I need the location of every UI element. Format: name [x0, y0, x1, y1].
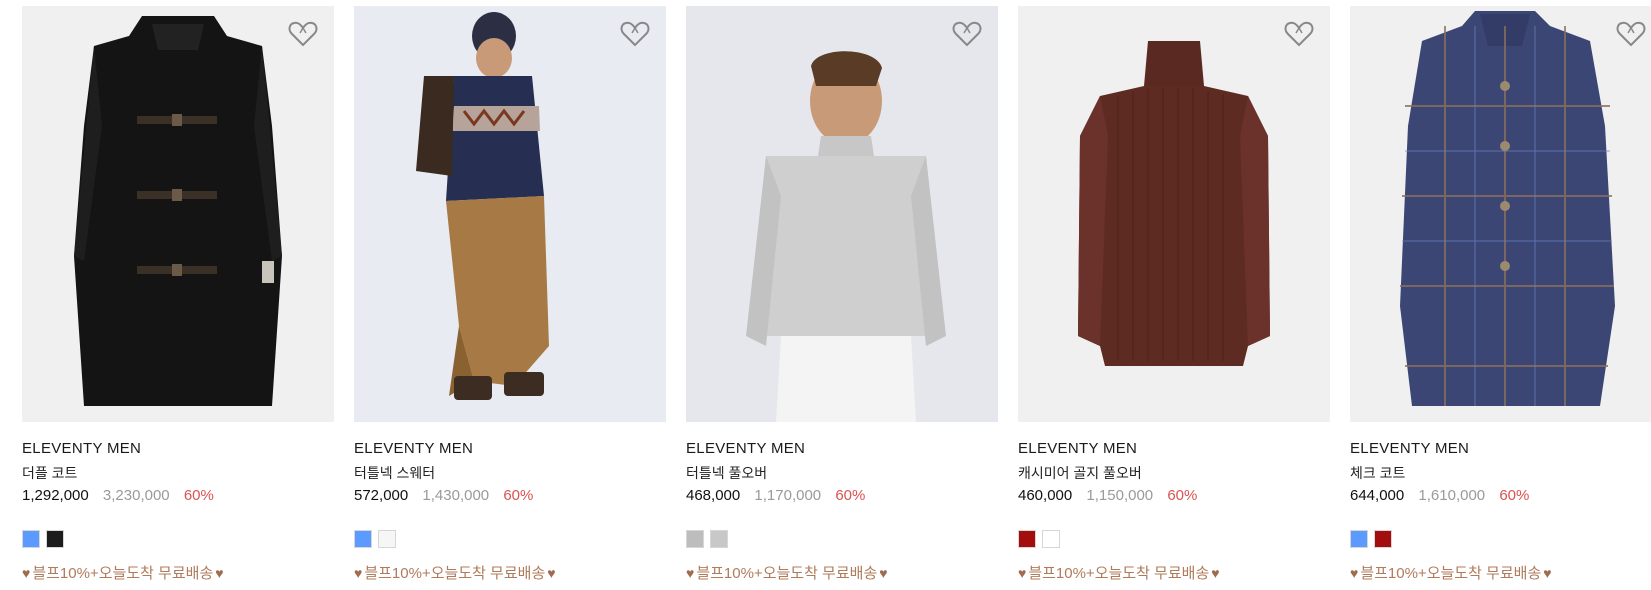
product-image[interactable] [1350, 6, 1651, 422]
product-image[interactable] [1018, 6, 1330, 422]
promo-banner: ♥ 블프10%+오늘도착 무료배송 ♥ [686, 562, 888, 583]
original-price: 1,610,000 [1418, 487, 1486, 504]
wishlist-heart-icon[interactable] [620, 20, 650, 48]
heart-filled-icon: ♥ [547, 564, 556, 581]
product-card[interactable]: ELEVENTY MEN 터틀넥 스웨터 572,000 1,430,000 6… [354, 6, 666, 590]
product-image[interactable] [22, 6, 334, 422]
brand-label[interactable]: ELEVENTY MEN [1018, 440, 1137, 457]
turtleneck-sweater-image [416, 12, 549, 400]
wishlist-heart-icon[interactable] [1284, 20, 1314, 48]
color-swatches [1018, 530, 1060, 548]
discount-rate: 60% [1499, 487, 1530, 504]
product-card[interactable]: ELEVENTY MEN 더플 코트 1,292,000 3,230,000 6… [22, 6, 334, 590]
sale-price: 1,292,000 [22, 487, 89, 504]
product-name[interactable]: 터틀넥 스웨터 [354, 463, 435, 483]
product-card[interactable]: ELEVENTY MEN 캐시미어 골지 풀오버 460,000 1,150,0… [1018, 6, 1330, 590]
heart-filled-icon: ♥ [1018, 564, 1027, 581]
heart-filled-icon: ♥ [686, 564, 695, 581]
discount-rate: 60% [183, 487, 214, 504]
product-image[interactable] [354, 6, 666, 422]
wishlist-heart-icon[interactable] [1616, 20, 1646, 48]
color-swatch[interactable] [1350, 530, 1368, 548]
product-image[interactable] [686, 6, 998, 422]
turtleneck-pullover-image [746, 51, 946, 422]
original-price: 1,150,000 [1086, 487, 1154, 504]
wishlist-heart-icon[interactable] [952, 20, 982, 48]
product-card[interactable]: ELEVENTY MEN 터틀넥 풀오버 468,000 1,170,000 6… [686, 6, 998, 590]
sale-price: 644,000 [1350, 487, 1405, 504]
color-swatch[interactable] [710, 530, 728, 548]
original-price: 1,430,000 [422, 487, 490, 504]
sale-price: 572,000 [354, 487, 409, 504]
check-coat-image [1400, 11, 1615, 406]
wishlist-heart-icon[interactable] [288, 20, 318, 48]
promo-banner: ♥ 블프10%+오늘도착 무료배송 ♥ [22, 562, 224, 583]
price-row: 644,000 1,610,000 60% [1350, 487, 1529, 504]
promo-text: 블프10%+오늘도착 무료배송 [364, 565, 546, 582]
promo-text: 블프10%+오늘도착 무료배송 [1028, 565, 1210, 582]
discount-rate: 60% [835, 487, 866, 504]
product-name[interactable]: 체크 코트 [1350, 463, 1405, 483]
product-name[interactable]: 캐시미어 골지 풀오버 [1018, 463, 1142, 483]
price-row: 460,000 1,150,000 60% [1018, 487, 1197, 504]
heart-filled-icon: ♥ [215, 564, 224, 581]
color-swatches [686, 530, 728, 548]
promo-text: 블프10%+오늘도착 무료배송 [32, 565, 214, 582]
product-card[interactable]: ELEVENTY MEN 체크 코트 644,000 1,610,000 60%… [1350, 6, 1651, 590]
promo-banner: ♥ 블프10%+오늘도착 무료배송 ♥ [354, 562, 556, 583]
brand-label[interactable]: ELEVENTY MEN [1350, 440, 1469, 457]
brand-label[interactable]: ELEVENTY MEN [686, 440, 805, 457]
promo-text: 블프10%+오늘도착 무료배송 [1360, 565, 1542, 582]
product-grid: ELEVENTY MEN 더플 코트 1,292,000 3,230,000 6… [22, 6, 1651, 590]
heart-filled-icon: ♥ [354, 564, 363, 581]
heart-filled-icon: ♥ [879, 564, 888, 581]
price-row: 572,000 1,430,000 60% [354, 487, 533, 504]
promo-banner: ♥ 블프10%+오늘도착 무료배송 ♥ [1350, 562, 1552, 583]
color-swatches [354, 530, 396, 548]
product-name[interactable]: 터틀넥 풀오버 [686, 463, 767, 483]
promo-banner: ♥ 블프10%+오늘도착 무료배송 ♥ [1018, 562, 1220, 583]
duffle-coat-image [74, 16, 282, 406]
color-swatch[interactable] [354, 530, 372, 548]
original-price: 3,230,000 [102, 487, 170, 504]
promo-text: 블프10%+오늘도착 무료배송 [696, 565, 878, 582]
color-swatch[interactable] [1042, 530, 1060, 548]
discount-rate: 60% [503, 487, 534, 504]
sale-price: 460,000 [1018, 487, 1073, 504]
sale-price: 468,000 [686, 487, 741, 504]
cashmere-ribbed-pullover-image [1078, 41, 1270, 366]
color-swatch[interactable] [1018, 530, 1036, 548]
color-swatch[interactable] [686, 530, 704, 548]
color-swatch[interactable] [22, 530, 40, 548]
heart-filled-icon: ♥ [22, 564, 31, 581]
heart-filled-icon: ♥ [1211, 564, 1220, 581]
brand-label[interactable]: ELEVENTY MEN [354, 440, 473, 457]
color-swatch[interactable] [1374, 530, 1392, 548]
color-swatches [22, 530, 64, 548]
price-row: 468,000 1,170,000 60% [686, 487, 865, 504]
color-swatches [1350, 530, 1392, 548]
brand-label[interactable]: ELEVENTY MEN [22, 440, 141, 457]
discount-rate: 60% [1167, 487, 1198, 504]
product-name[interactable]: 더플 코트 [22, 463, 77, 483]
price-row: 1,292,000 3,230,000 60% [22, 487, 214, 504]
original-price: 1,170,000 [754, 487, 822, 504]
color-swatch[interactable] [378, 530, 396, 548]
heart-filled-icon: ♥ [1543, 564, 1552, 581]
color-swatch[interactable] [46, 530, 64, 548]
heart-filled-icon: ♥ [1350, 564, 1359, 581]
